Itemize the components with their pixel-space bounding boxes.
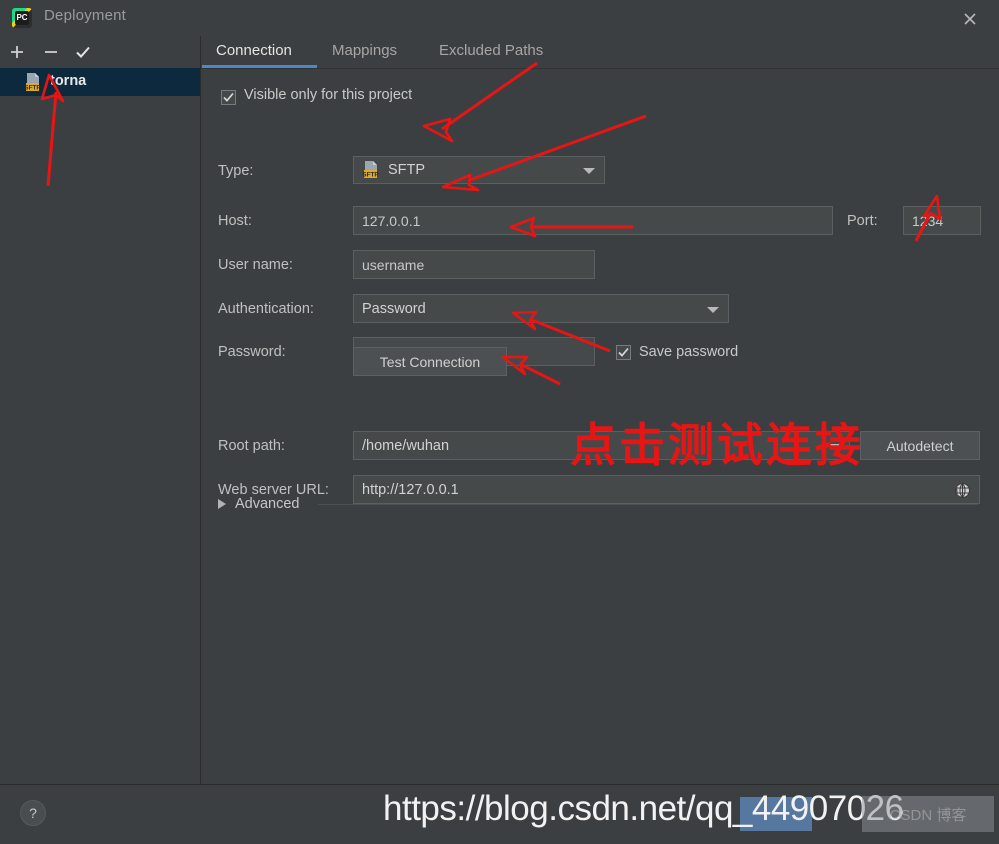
web-server-url-value: http://127.0.0.1 [362, 481, 459, 498]
servers-toolbar [0, 36, 200, 68]
advanced-toggle[interactable]: Advanced [218, 496, 300, 512]
help-label: ? [29, 805, 37, 821]
servers-panel: SFTP torna [0, 36, 201, 784]
save-password-label: Save password [639, 344, 739, 360]
host-value: 127.0.0.1 [362, 212, 421, 229]
watermark-text: https://blog.csdn.net/qq_44907026 [383, 789, 904, 828]
root-path-value: /home/wuhan [362, 437, 450, 454]
globe-icon[interactable] [954, 482, 971, 503]
svg-text:SFTP: SFTP [362, 172, 379, 179]
port-value: 1234 [912, 212, 944, 229]
plus-icon[interactable] [4, 40, 30, 64]
chevron-right-icon [218, 499, 226, 509]
web-server-url-input[interactable]: http://127.0.0.1 [353, 475, 980, 504]
title-bar: PC Deployment [0, 0, 999, 36]
chinese-annotation: 点击测试连接 [570, 418, 864, 472]
check-icon[interactable] [70, 40, 96, 64]
authentication-value: Password [362, 300, 426, 317]
type-select[interactable]: SFTP SFTP [353, 156, 605, 184]
username-input[interactable]: username [353, 250, 595, 279]
username-label: User name: [218, 257, 293, 273]
advanced-divider [318, 504, 978, 505]
sidebar-item-torna[interactable]: SFTP torna [0, 68, 200, 96]
chevron-down-icon [707, 306, 719, 313]
username-value: username [362, 256, 425, 273]
visible-only-label: Visible only for this project [244, 87, 413, 103]
tab-separator [201, 68, 999, 69]
sidebar-item-label: torna [50, 73, 87, 89]
test-connection-button[interactable]: Test Connection [353, 347, 507, 376]
svg-text:SFTP: SFTP [24, 85, 41, 92]
autodetect-label: Autodetect [886, 437, 954, 454]
window-title: Deployment [44, 7, 127, 24]
chevron-down-icon [583, 168, 595, 174]
host-input[interactable]: 127.0.0.1 [353, 206, 833, 235]
server-tree: SFTP torna [0, 68, 200, 96]
close-icon[interactable] [955, 6, 985, 32]
authentication-label: Authentication: [218, 301, 314, 317]
tab-connection[interactable]: Connection [216, 42, 292, 59]
watermark-badge: CSDN 博客 [862, 796, 994, 832]
type-label: Type: [218, 163, 254, 179]
visible-only-checkbox[interactable] [221, 90, 236, 105]
sftp-server-icon: SFTP [24, 72, 44, 92]
save-password-checkbox[interactable] [616, 345, 631, 360]
sftp-icon: SFTP [362, 161, 382, 179]
tab-mappings[interactable]: Mappings [332, 42, 397, 59]
type-value: SFTP [388, 162, 426, 178]
authentication-select[interactable]: Password [353, 294, 729, 323]
autodetect-button[interactable]: Autodetect [860, 431, 980, 460]
pycharm-icon: PC [12, 8, 32, 28]
test-connection-label: Test Connection [379, 353, 481, 370]
port-input[interactable]: 1234 [903, 206, 981, 235]
minus-icon[interactable] [38, 40, 64, 64]
advanced-label: Advanced [235, 496, 300, 512]
tab-excluded-paths[interactable]: Excluded Paths [439, 42, 543, 59]
root-path-label: Root path: [218, 438, 285, 454]
port-label: Port: [847, 213, 878, 229]
password-label: Password: [218, 344, 286, 360]
help-button[interactable]: ? [20, 800, 46, 826]
host-label: Host: [218, 213, 252, 229]
